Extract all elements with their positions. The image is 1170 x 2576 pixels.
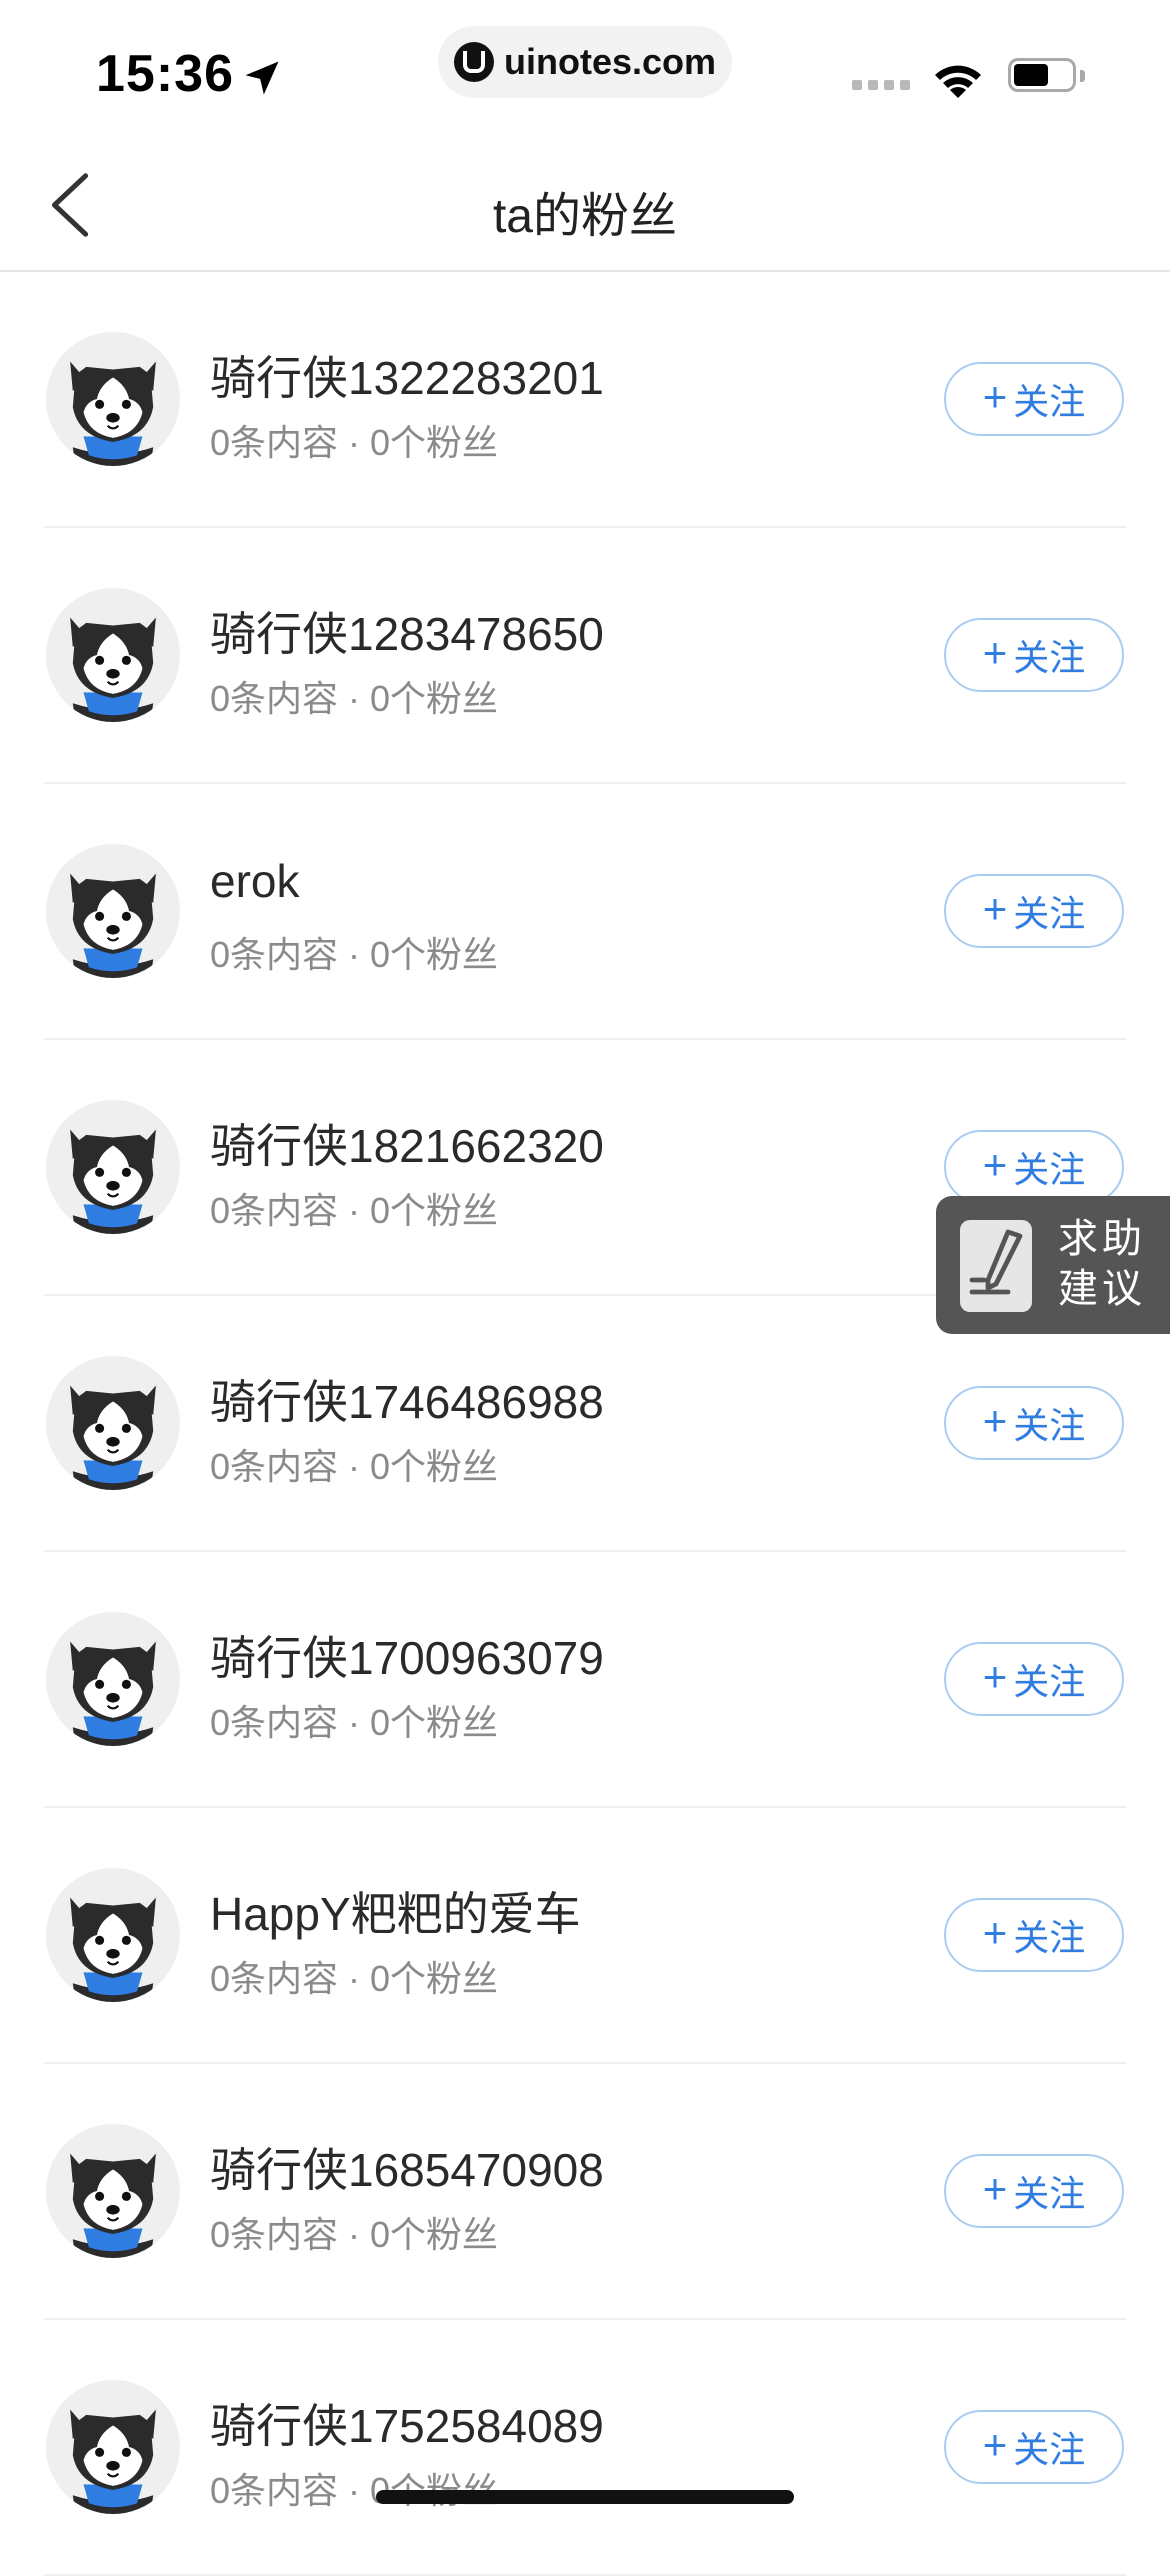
follower-list: 骑行侠1322283201 0条内容 · 0个粉丝 + 关注 骑行侠128347… <box>0 272 1170 2576</box>
page-title: ta的粉丝 <box>492 190 678 243</box>
user-stats: 0条内容 · 0个粉丝 <box>210 678 499 719</box>
avatar[interactable] <box>46 332 180 466</box>
home-indicator[interactable] <box>376 2490 794 2504</box>
location-arrow-icon <box>245 61 279 95</box>
avatar[interactable] <box>46 1356 180 1490</box>
husky-avatar-icon <box>46 588 180 722</box>
url-text: uinotes.com <box>503 41 717 82</box>
follow-label: 关注 <box>1013 893 1086 934</box>
user-stats: 0条内容 · 0个粉丝 <box>210 1958 499 1999</box>
user-name[interactable]: HappY粑粑的爱车 <box>210 1878 581 1944</box>
user-stats: 0条内容 · 0个粉丝 <box>210 422 499 463</box>
plus-icon: + <box>982 1397 1008 1444</box>
follow-button[interactable]: + 关注 <box>944 2410 1124 2484</box>
plus-icon: + <box>982 1909 1008 1956</box>
husky-avatar-icon <box>46 1612 180 1746</box>
list-item[interactable]: 骑行侠1700963079 0条内容 · 0个粉丝 + 关注 <box>0 1552 1170 1808</box>
battery-icon <box>1008 58 1086 96</box>
plus-icon: + <box>982 1653 1008 1700</box>
husky-avatar-icon <box>46 1356 180 1490</box>
avatar[interactable] <box>46 2380 180 2514</box>
avatar[interactable] <box>46 588 180 722</box>
cellular-signal-icon <box>852 80 910 90</box>
list-item[interactable]: 骑行侠1752584089 0条内容 · 0个粉丝 + 关注 <box>0 2320 1170 2576</box>
user-stats: 0条内容 · 0个粉丝 <box>210 1702 499 1743</box>
user-stats: 0条内容 · 0个粉丝 <box>210 934 499 975</box>
follow-button[interactable]: + 关注 <box>944 2154 1124 2228</box>
user-name[interactable]: 骑行侠1752584089 <box>210 2390 604 2456</box>
plus-icon: + <box>982 629 1008 676</box>
avatar[interactable] <box>46 1612 180 1746</box>
help-label: 求助 建议 <box>1058 1217 1146 1311</box>
plus-icon: + <box>982 2165 1008 2212</box>
url-pill[interactable]: uinotes.com <box>438 26 732 98</box>
user-name[interactable]: 骑行侠1322283201 <box>210 342 604 408</box>
help-feedback-button[interactable]: 求助 建议 <box>936 1196 1170 1334</box>
follow-button[interactable]: + 关注 <box>944 1386 1124 1460</box>
avatar[interactable] <box>46 1100 180 1234</box>
user-name[interactable]: erok <box>210 854 299 908</box>
follow-button[interactable]: + 关注 <box>944 1642 1124 1716</box>
plus-icon: + <box>982 885 1008 932</box>
user-stats: 0条内容 · 0个粉丝 <box>210 2470 499 2511</box>
list-item[interactable]: erok 0条内容 · 0个粉丝 + 关注 <box>0 784 1170 1040</box>
follow-label: 关注 <box>1013 1149 1086 1190</box>
follow-label: 关注 <box>1013 1917 1086 1958</box>
user-name[interactable]: 骑行侠1821662320 <box>210 1110 604 1176</box>
follow-label: 关注 <box>1013 637 1086 678</box>
follow-label: 关注 <box>1013 1405 1086 1446</box>
list-item[interactable]: 骑行侠1283478650 0条内容 · 0个粉丝 + 关注 <box>0 528 1170 784</box>
user-name[interactable]: 骑行侠1685470908 <box>210 2134 604 2200</box>
status-bar: 15:36 uinotes.com <box>0 0 1170 140</box>
wifi-icon <box>935 65 981 98</box>
user-name[interactable]: 骑行侠1746486988 <box>210 1366 604 1432</box>
plus-icon: + <box>982 2421 1008 2468</box>
list-item[interactable]: 骑行侠1322283201 0条内容 · 0个粉丝 + 关注 <box>0 272 1170 528</box>
husky-avatar-icon <box>46 844 180 978</box>
plus-icon: + <box>982 1141 1008 1188</box>
site-logo-icon <box>453 42 494 82</box>
follow-button[interactable]: + 关注 <box>944 874 1124 948</box>
nav-bar: ta的粉丝 <box>0 140 1170 272</box>
user-stats: 0条内容 · 0个粉丝 <box>210 1190 499 1231</box>
follow-label: 关注 <box>1013 2429 1086 2470</box>
husky-avatar-icon <box>46 2380 180 2514</box>
user-stats: 0条内容 · 0个粉丝 <box>210 2214 499 2255</box>
plus-icon: + <box>982 373 1008 420</box>
follow-label: 关注 <box>1013 1661 1086 1702</box>
follow-label: 关注 <box>1013 2173 1086 2214</box>
follow-label: 关注 <box>1013 381 1086 422</box>
husky-avatar-icon <box>46 332 180 466</box>
follow-button[interactable]: + 关注 <box>944 362 1124 436</box>
follow-button[interactable]: + 关注 <box>944 618 1124 692</box>
avatar[interactable] <box>46 1868 180 2002</box>
edit-note-icon <box>960 1220 1032 1312</box>
user-stats: 0条内容 · 0个粉丝 <box>210 1446 499 1487</box>
husky-avatar-icon <box>46 2124 180 2258</box>
follow-button[interactable]: + 关注 <box>944 1130 1124 1204</box>
user-name[interactable]: 骑行侠1283478650 <box>210 598 604 664</box>
husky-avatar-icon <box>46 1868 180 2002</box>
avatar[interactable] <box>46 2124 180 2258</box>
status-time: 15:36 <box>96 45 234 103</box>
list-item[interactable]: 骑行侠1685470908 0条内容 · 0个粉丝 + 关注 <box>0 2064 1170 2320</box>
list-item[interactable]: HappY粑粑的爱车 0条内容 · 0个粉丝 + 关注 <box>0 1808 1170 2064</box>
follow-button[interactable]: + 关注 <box>944 1898 1124 1972</box>
avatar[interactable] <box>46 844 180 978</box>
user-name[interactable]: 骑行侠1700963079 <box>210 1622 604 1688</box>
list-item[interactable]: 骑行侠1746486988 0条内容 · 0个粉丝 + 关注 <box>0 1296 1170 1552</box>
husky-avatar-icon <box>46 1100 180 1234</box>
